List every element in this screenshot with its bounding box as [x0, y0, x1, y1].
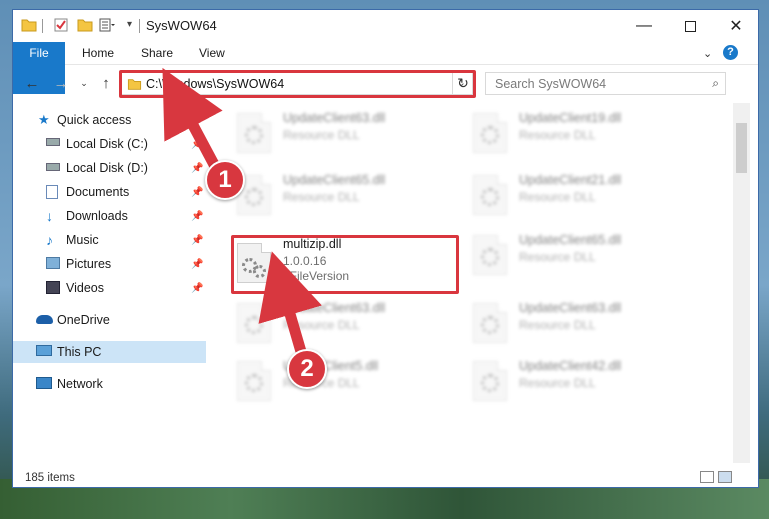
step-1-badge: 1 — [205, 160, 245, 200]
arrow-1 — [162, 67, 224, 178]
step-2-badge: 2 — [287, 349, 327, 389]
annotation-arrows — [162, 67, 322, 368]
